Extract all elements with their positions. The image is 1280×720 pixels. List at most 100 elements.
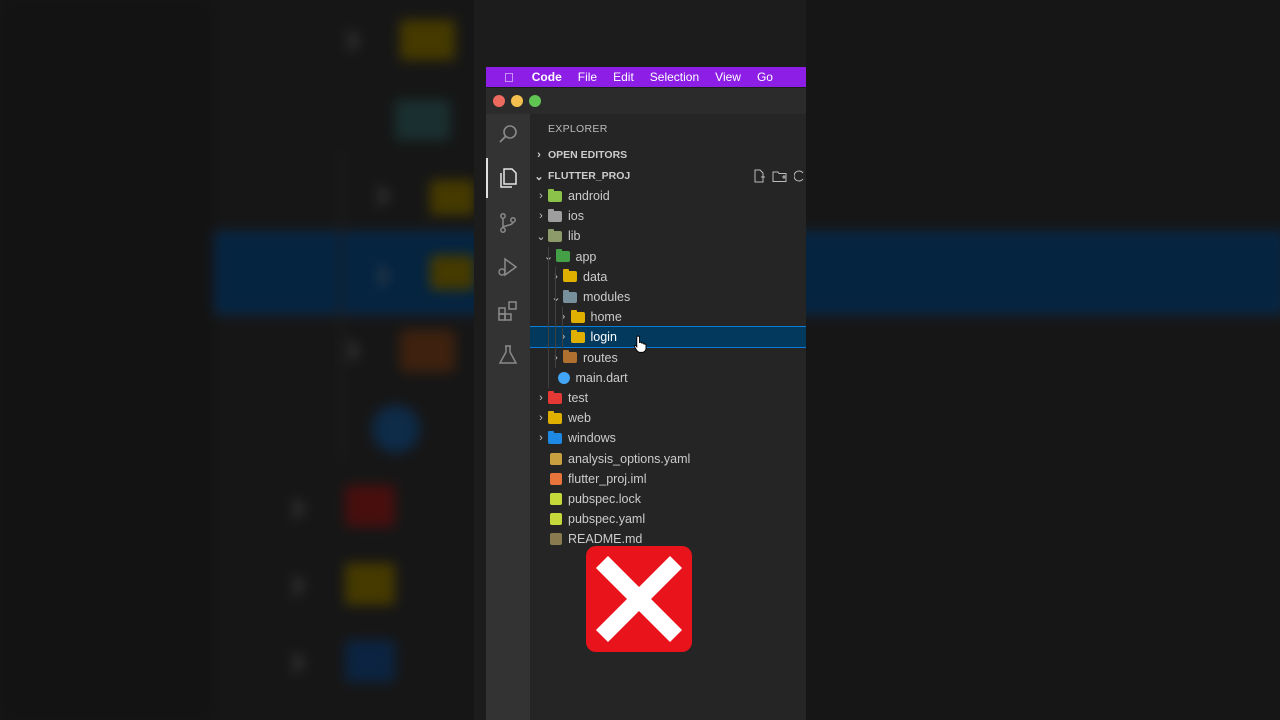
bg-folder-icon — [345, 485, 395, 527]
tree-folder-login[interactable]: › login — [530, 326, 806, 349]
tree-item-label: data — [583, 269, 608, 284]
chevron-down-icon: ⌄ — [551, 291, 561, 304]
chevron-right-icon: › — [549, 352, 563, 364]
source-control-icon[interactable] — [496, 211, 520, 235]
tree-folder-android[interactable]: › android — [530, 186, 806, 206]
tree-item-label: lib — [568, 229, 581, 244]
tree-item-label: flutter_proj.iml — [568, 471, 647, 486]
apple-icon[interactable]:  — [486, 70, 524, 85]
tree-folder-ios[interactable]: › ios — [530, 206, 806, 226]
chevron-right-icon: › — [561, 311, 566, 324]
folder-icon — [555, 249, 570, 263]
folder-icon — [548, 208, 562, 222]
bg-indent-guide — [340, 150, 343, 460]
tree-item-label: windows — [568, 431, 616, 446]
chevron-right-icon: › — [549, 271, 563, 283]
bg-chevron: › — [375, 246, 391, 298]
indent-guide — [555, 266, 556, 368]
minimize-window-button[interactable] — [511, 95, 523, 107]
chevron-right-icon: › — [561, 331, 566, 344]
menu-selection[interactable]: Selection — [642, 70, 707, 84]
chevron-down-icon: ⌄ — [534, 170, 544, 183]
tree-folder-lib[interactable]: ⌄ lib — [530, 226, 806, 246]
search-icon[interactable] — [496, 122, 520, 146]
tree-folder-app[interactable]: ⌄app — [530, 247, 806, 267]
files-icon[interactable] — [496, 166, 520, 190]
folder-icon — [548, 188, 562, 202]
open-editors-section[interactable]: › OPEN EDITORS — [530, 145, 806, 165]
tree-folder-test[interactable]: › test — [530, 388, 806, 408]
bg-folder-icon — [345, 563, 395, 605]
project-label: FLUTTER_PROJ — [548, 170, 631, 182]
file-icon — [550, 472, 562, 485]
red-x-icon — [586, 546, 692, 652]
file-icon — [550, 452, 562, 465]
bg-folder-icon — [400, 20, 455, 60]
bg-folder-icon — [400, 330, 455, 372]
bg-folder-icon — [430, 180, 475, 215]
bg-chevron: › — [290, 556, 306, 608]
chevron-right-icon: › — [537, 149, 541, 161]
refresh-icon[interactable] — [794, 169, 804, 183]
menu-bar:  Code File Edit Selection View Go — [486, 67, 806, 87]
tree-file-flutter_proj-iml[interactable]: flutter_proj.iml — [530, 469, 806, 489]
project-section[interactable]: ⌄ FLUTTER_PROJ — [530, 166, 806, 186]
file-icon — [550, 513, 562, 526]
tree-folder-modules[interactable]: ⌄ modules — [530, 287, 806, 307]
tree-item-label: test — [568, 391, 589, 405]
bg-folder-icon — [345, 640, 395, 682]
activity-bar — [486, 114, 530, 720]
extensions-icon[interactable] — [496, 299, 520, 323]
tree-item-label: ios — [568, 209, 584, 224]
tree-folder-web[interactable]: › web — [530, 408, 806, 428]
menu-code[interactable]: Code — [524, 70, 570, 84]
bg-chevron: › — [290, 479, 306, 531]
folder-icon — [563, 350, 577, 364]
tree-item-label: pubspec.lock — [568, 492, 641, 506]
tree-folder-home[interactable]: › home — [530, 307, 806, 327]
menu-file[interactable]: File — [570, 70, 605, 84]
explorer-title: EXPLORER — [548, 123, 608, 135]
tree-item-label: analysis_options.yaml — [568, 451, 691, 466]
tree-file-analysis_options-yaml[interactable]: analysis_options.yaml — [530, 449, 806, 469]
folder-icon — [570, 309, 585, 323]
tree-folder-windows[interactable]: › windows — [530, 428, 806, 448]
bg-chevron: › — [375, 166, 391, 218]
tree-item-label: android — [568, 189, 610, 203]
chevron-right-icon: › — [539, 392, 543, 404]
hand-cursor-icon — [634, 335, 647, 353]
folder-icon — [563, 269, 577, 283]
tree-item-label: home — [590, 310, 622, 325]
testing-icon[interactable] — [496, 343, 520, 367]
chevron-right-icon: › — [539, 412, 543, 425]
menu-view[interactable]: View — [707, 70, 749, 84]
bg-activity-bar — [0, 0, 215, 720]
tree-file-pubspec-lock[interactable]: pubspec.lock — [530, 489, 806, 509]
bg-folder-icon — [430, 255, 475, 290]
tree-file-pubspec-yaml[interactable]: pubspec.yaml — [530, 509, 806, 529]
close-window-button[interactable] — [493, 95, 505, 107]
menu-go[interactable]: Go — [749, 70, 781, 84]
folder-icon — [548, 228, 562, 242]
zoom-window-button[interactable] — [529, 95, 541, 107]
tree-file-main-dart[interactable]: main.dart — [530, 368, 806, 388]
bg-chevron: › — [290, 633, 306, 685]
indent-guide — [562, 307, 563, 348]
tree-folder-routes[interactable]: › routes — [530, 348, 806, 368]
chevron-down-icon: ⌄ — [536, 230, 546, 243]
project-actions — [752, 166, 806, 186]
run-debug-icon[interactable] — [496, 255, 520, 279]
active-indicator — [486, 158, 488, 198]
chevron-right-icon: › — [539, 210, 543, 223]
new-folder-icon[interactable] — [772, 169, 788, 183]
tree-item-label: pubspec.yaml — [568, 512, 646, 527]
folder-icon — [570, 329, 585, 343]
menu-edit[interactable]: Edit — [605, 70, 642, 84]
tree-folder-data[interactable]: › data — [530, 267, 806, 287]
new-file-icon[interactable] — [752, 169, 766, 183]
open-editors-label: OPEN EDITORS — [548, 149, 628, 161]
tree-item-label: login — [590, 330, 617, 345]
bg-chevron: › — [345, 321, 361, 373]
tree-item-label: app — [575, 249, 597, 264]
bg-chevron: › — [345, 11, 361, 63]
